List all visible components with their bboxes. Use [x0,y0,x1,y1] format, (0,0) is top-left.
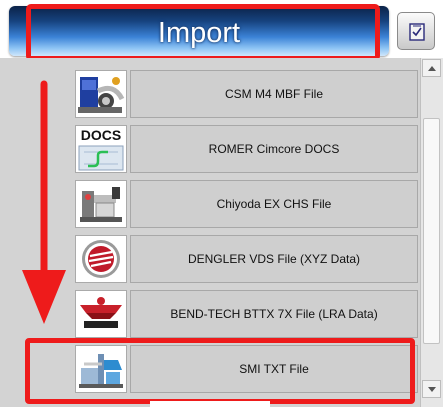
checklist-icon [409,23,425,41]
scroll-down-button[interactable] [422,380,441,398]
list-item-label[interactable]: ROMER Cimcore DOCS [130,125,418,173]
tube-bender-icon [75,70,127,118]
docs-logo-text: DOCS [80,127,122,143]
selected-row-highlight-box [25,338,415,404]
bottom-edge [150,401,270,407]
romer-docs-icon: DOCS [75,125,127,173]
list-item-romer[interactable]: DOCS ROMER Cimcore DOCS [75,125,418,173]
checklist-button[interactable] [397,12,435,50]
list-item-label[interactable]: Chiyoda EX CHS File [130,180,418,228]
list-item-label[interactable]: BEND-TECH BTTX 7X File (LRA Data) [130,290,418,338]
down-arrow-annotation [22,80,66,324]
scroll-up-button[interactable] [422,59,441,77]
scroll-thumb[interactable] [423,118,440,382]
list-item-chiyoda[interactable]: Chiyoda EX CHS File [75,180,418,228]
list-item-csm[interactable]: CSM M4 MBF File [75,70,418,118]
chevron-down-icon [428,387,436,392]
chiyoda-machine-icon [75,180,127,228]
list-item-bend-tech[interactable]: BEND-TECH BTTX 7X File (LRA Data) [75,290,418,338]
list-item-label[interactable]: CSM M4 MBF File [130,70,418,118]
bend-tech-logo-icon [75,290,127,338]
dengler-logo-icon [75,235,127,283]
title-highlight-box [26,4,380,61]
chevron-up-icon [428,66,436,71]
list-scrollbar[interactable] [420,58,443,407]
dialog-header: Import [0,0,443,61]
list-item-label[interactable]: DENGLER VDS File (XYZ Data) [130,235,418,283]
list-item-dengler[interactable]: DENGLER VDS File (XYZ Data) [75,235,418,283]
